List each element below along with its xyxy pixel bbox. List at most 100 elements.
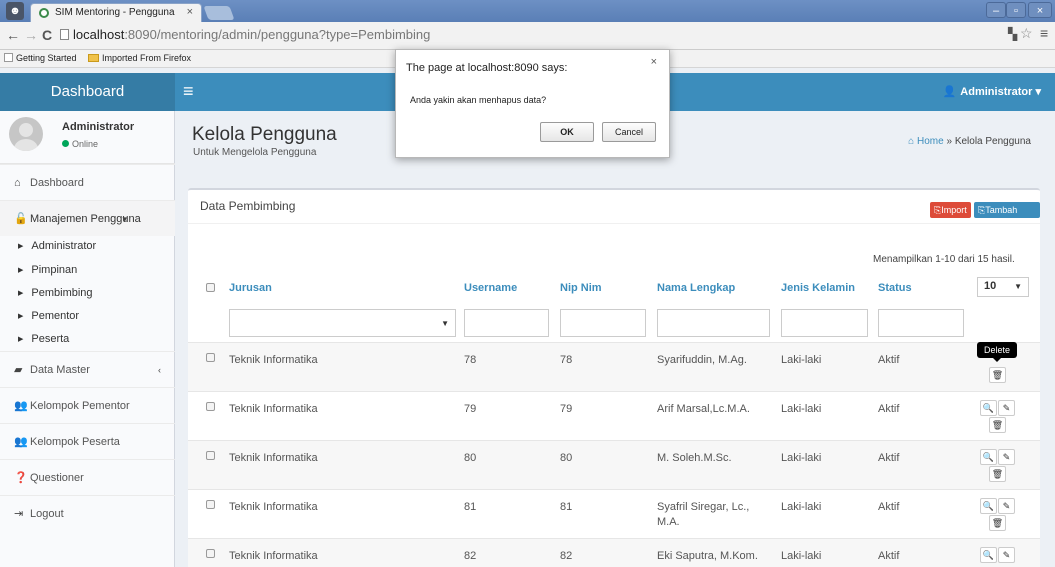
select-all-checkbox[interactable] <box>206 283 215 292</box>
row-checkbox[interactable] <box>206 402 215 411</box>
back-arrow-icon[interactable]: ← <box>6 27 20 43</box>
cell-jurusan: Teknik Informatika <box>229 550 318 562</box>
column-header-nama[interactable]: Nama Lengkap <box>657 282 735 294</box>
user-menu-dropdown[interactable]: 👤 Administrator ▾ <box>943 85 1041 98</box>
group-icon: 👥 <box>14 436 28 448</box>
edit-button[interactable]: ✎ <box>998 400 1015 416</box>
sidebar-item-label: Questioner <box>30 472 84 484</box>
filter-status-input[interactable] <box>878 309 964 337</box>
question-icon: ❓ <box>14 472 28 484</box>
sidebar-item-logout[interactable]: ⇥ Logout <box>0 495 175 531</box>
view-button[interactable]: 🔍 <box>980 449 997 465</box>
extension-icon[interactable]: ▚ <box>1008 27 1017 41</box>
column-header-jenis-kelamin[interactable]: Jenis Kelamin <box>781 282 855 294</box>
delete-button[interactable]: 🗑 <box>989 515 1006 531</box>
add-data-button[interactable]: ⎘Tambah Data <box>974 202 1040 231</box>
pencil-icon: ✎ <box>1002 550 1011 560</box>
tab-title: SIM Mentoring - Pengguna <box>55 7 175 18</box>
sidebar-item-questioner[interactable]: ❓ Questioner <box>0 459 175 495</box>
sidebar-item-data-master[interactable]: ▰ Data Master ‹ <box>0 351 175 387</box>
minimize-icon[interactable]: – <box>986 2 1006 18</box>
column-header-nip[interactable]: Nip Nim <box>560 282 602 294</box>
cell-status: Aktif <box>878 550 900 562</box>
caret-right-icon: ▶ <box>18 267 24 274</box>
address-bar[interactable]: localhost:8090/mentoring/admin/pengguna?… <box>60 25 1010 47</box>
filter-nip-input[interactable] <box>560 309 646 337</box>
edit-button[interactable]: ✎ <box>998 498 1015 514</box>
chrome-menu-icon[interactable]: ≡ <box>1040 25 1048 41</box>
row-checkbox[interactable] <box>206 353 215 362</box>
sidebar-item-manajemen-pengguna[interactable]: 🔓 Manajemen Pengguna ▾ <box>0 200 175 236</box>
edit-button[interactable]: ✎ <box>998 449 1015 465</box>
url-host: localhost <box>73 27 125 42</box>
reload-icon[interactable]: C <box>42 27 52 43</box>
sidebar-item-kelompok-pementor[interactable]: 👥 Kelompok Pementor <box>0 387 175 423</box>
window-close-icon[interactable]: × <box>1028 2 1052 18</box>
page-size-value: 10 <box>984 280 997 292</box>
cell-jenis-kelamin: Laki-laki <box>781 550 822 562</box>
dialog-close-icon[interactable]: × <box>651 56 657 68</box>
filter-jenis-kelamin-input[interactable] <box>781 309 868 337</box>
cell-jenis-kelamin: Laki-laki <box>781 403 822 415</box>
online-dot-icon <box>62 140 69 147</box>
cell-nama: M. Soleh.M.Sc. <box>657 452 732 464</box>
cell-status: Aktif <box>878 403 900 415</box>
breadcrumb-home[interactable]: ⌂ Home <box>908 136 944 147</box>
caret-right-icon: ▶ <box>18 243 24 250</box>
filter-jurusan-select[interactable]: ▼ <box>229 309 456 337</box>
edit-button[interactable]: ✎ <box>998 547 1015 563</box>
browser-tab[interactable]: SIM Mentoring - Pengguna × <box>30 3 202 22</box>
tab-close-icon[interactable]: × <box>187 6 193 18</box>
ok-button[interactable]: OK <box>540 122 594 142</box>
cell-username: 82 <box>464 550 477 562</box>
filter-nama-input[interactable] <box>657 309 770 337</box>
bookmark-imported-firefox[interactable]: Imported From Firefox <box>88 53 191 63</box>
submenu-item-pimpinan[interactable]: ▶ Pimpinan <box>18 260 77 280</box>
sidebar-item-label: Kelompok Pementor <box>30 400 130 412</box>
sidebar-user-name: Administrator <box>62 121 135 133</box>
brand-logo[interactable]: Dashboard <box>0 73 175 111</box>
sidebar-item-kelompok-peserta[interactable]: 👥 Kelompok Peserta <box>0 423 175 459</box>
view-button[interactable]: 🔍 <box>980 400 997 416</box>
delete-button[interactable]: 🗑 <box>989 367 1006 383</box>
chevron-down-icon: ▾ <box>122 214 127 224</box>
column-header-status[interactable]: Status <box>878 282 912 294</box>
row-checkbox[interactable] <box>206 500 215 509</box>
filter-username-input[interactable] <box>464 309 549 337</box>
submenu-item-pembimbing[interactable]: ▶ Pembimbing <box>18 283 93 303</box>
new-tab-button[interactable] <box>203 6 235 20</box>
forward-arrow-icon[interactable]: → <box>24 27 38 43</box>
submenu-item-pementor[interactable]: ▶ Pementor <box>18 306 79 326</box>
column-header-jurusan[interactable]: Jurusan <box>229 282 272 294</box>
table-row: Teknik Informatika 82 82 Eki Saputra, M.… <box>188 538 1040 567</box>
bookmark-getting-started[interactable]: Getting Started <box>4 53 77 63</box>
row-checkbox[interactable] <box>206 451 215 460</box>
home-icon: ⌂ <box>14 177 21 189</box>
cell-jenis-kelamin: Laki-laki <box>781 354 822 366</box>
view-button[interactable]: 🔍 <box>980 498 997 514</box>
cell-jurusan: Teknik Informatika <box>229 501 318 513</box>
cell-nip: 82 <box>560 550 573 562</box>
delete-tooltip: Delete <box>977 342 1017 362</box>
row-checkbox[interactable] <box>206 549 215 558</box>
cancel-button[interactable]: Cancel <box>602 122 656 142</box>
dialog-message: Anda yakin akan menhapus data? <box>410 95 547 105</box>
sidebar-item-dashboard[interactable]: ⌂ Dashboard <box>0 164 175 200</box>
delete-button[interactable]: 🗑 <box>989 466 1006 482</box>
incognito-icon: ☻ <box>6 2 24 20</box>
pencil-icon: ✎ <box>1002 403 1011 413</box>
submenu-item-administrator[interactable]: ▶ Administrator <box>18 236 96 256</box>
pencil-icon: ✎ <box>1002 501 1011 511</box>
cell-nama: Syarifuddin, M.Ag. <box>657 354 747 366</box>
import-button[interactable]: ⎘Import <box>930 202 971 218</box>
delete-button[interactable]: 🗑 <box>989 417 1006 433</box>
maximize-icon[interactable]: ▫ <box>1006 2 1026 18</box>
submenu-label: Pimpinan <box>31 264 78 276</box>
hamburger-icon[interactable]: ≡ <box>183 82 194 100</box>
cell-nama: Arif Marsal,Lc.M.A. <box>657 403 750 415</box>
submenu-item-peserta[interactable]: ▶ Peserta <box>18 329 69 349</box>
bookmark-star-icon[interactable]: ☆ <box>1020 25 1033 42</box>
view-button[interactable]: 🔍 <box>980 547 997 563</box>
page-size-select[interactable]: 10 ▼ <box>977 277 1029 297</box>
column-header-username[interactable]: Username <box>464 282 517 294</box>
